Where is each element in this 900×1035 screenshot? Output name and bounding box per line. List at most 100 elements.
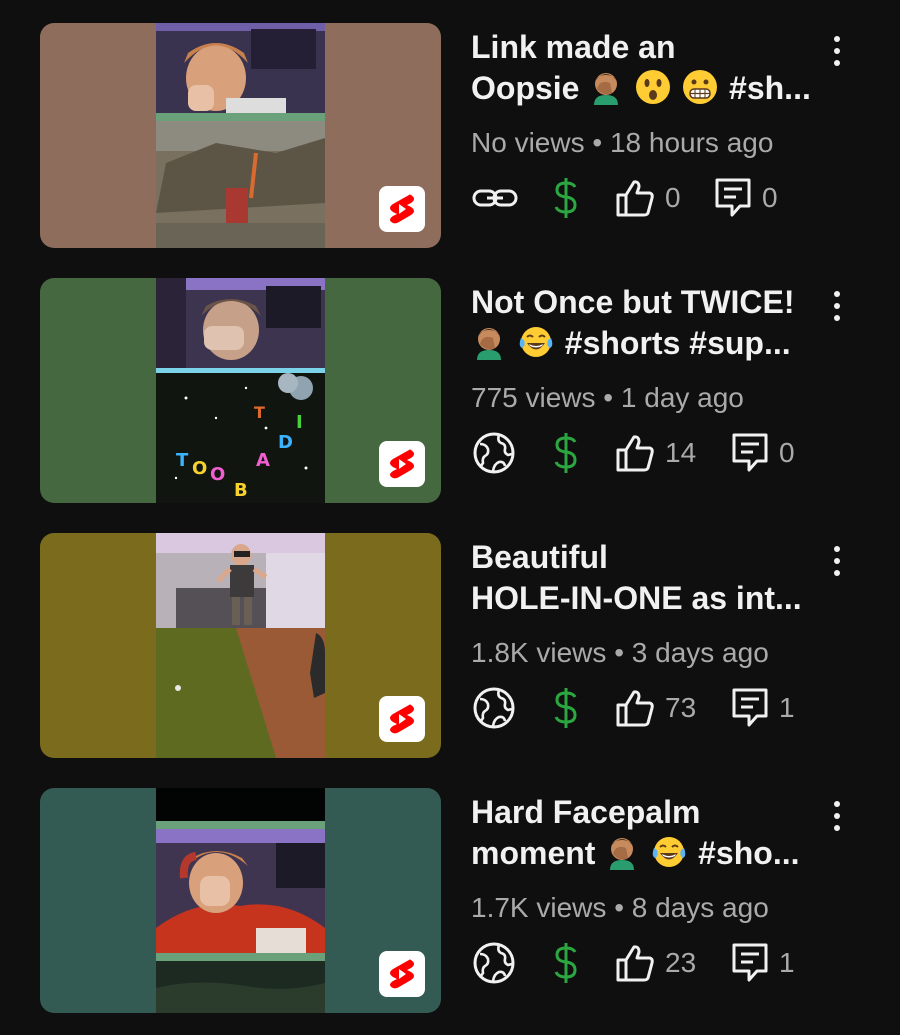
thumbs-up-icon <box>616 435 654 472</box>
thumbnail-frame <box>156 23 325 248</box>
video-list: Link made an Oopsie #sh... No views • 18… <box>0 0 900 1035</box>
title-line-1: Not Once but TWICE! <box>471 284 795 320</box>
like-button[interactable]: 14 <box>615 428 696 478</box>
comment-icon <box>715 178 751 217</box>
video-thumbnail[interactable] <box>40 23 441 248</box>
comments-button[interactable]: 0 <box>731 428 795 478</box>
comment-icon <box>732 943 768 982</box>
meta-separator: • <box>614 892 624 923</box>
svg-text:O: O <box>192 458 207 479</box>
svg-text:O: O <box>210 464 225 485</box>
view-count: 1.7K views <box>471 892 607 923</box>
title-line-2-suffix: #sh... <box>729 70 811 106</box>
like-count: 23 <box>665 947 697 978</box>
tears-of-joy-emoji-icon <box>652 837 686 867</box>
video-item[interactable]: Hard Facepalm moment #sho... 1.7K views … <box>0 788 900 1013</box>
thumbnail-frame <box>156 788 325 1013</box>
monetization-button[interactable] <box>551 428 581 478</box>
visibility-button[interactable] <box>471 428 517 478</box>
more-options-icon[interactable] <box>826 31 848 71</box>
thumbs-up-icon <box>616 690 654 727</box>
comment-icon <box>732 433 768 472</box>
comment-count: 1 <box>779 947 795 978</box>
thumbs-up-icon <box>616 180 654 217</box>
video-item[interactable]: Link made an Oopsie #sh... No views • 18… <box>0 23 900 248</box>
monetization-button[interactable] <box>551 683 581 733</box>
upload-age: 18 hours ago <box>609 127 774 158</box>
video-meta: 775 views • 1 day ago <box>471 382 744 414</box>
meta-separator: • <box>614 637 624 668</box>
facepalm-emoji-icon <box>477 328 501 360</box>
title-line-1: Link made an <box>471 29 676 65</box>
like-button[interactable]: 0 <box>615 173 681 223</box>
comment-count: 1 <box>779 692 795 723</box>
video-item[interactable]: Beautiful HOLE-IN-ONE as int... 1.8K vie… <box>0 533 900 758</box>
title-line-2: #shorts #sup... <box>471 323 821 364</box>
like-button[interactable]: 73 <box>615 683 696 733</box>
comments-button[interactable]: 0 <box>714 173 778 223</box>
video-thumbnail[interactable]: T O O B A D I T <box>40 278 441 503</box>
more-options-icon[interactable] <box>826 796 848 836</box>
like-button[interactable]: 23 <box>615 938 696 988</box>
astonished-emoji-icon <box>636 70 671 104</box>
shorts-logo-icon <box>379 441 425 487</box>
more-options-icon[interactable] <box>826 541 848 581</box>
video-title[interactable]: Hard Facepalm moment #sho... <box>471 792 821 874</box>
comment-icon <box>732 688 768 727</box>
svg-text:T: T <box>176 450 189 471</box>
video-meta: No views • 18 hours ago <box>471 127 773 159</box>
video-title[interactable]: Link made an Oopsie #sh... <box>471 27 821 109</box>
svg-text:D: D <box>278 432 293 453</box>
visibility-button[interactable] <box>471 173 519 223</box>
more-options-icon[interactable] <box>826 286 848 326</box>
meta-separator: • <box>592 127 603 158</box>
svg-text:B: B <box>234 480 248 501</box>
dollar-icon <box>554 433 577 473</box>
video-title[interactable]: Not Once but TWICE! #shorts #sup... <box>471 282 821 364</box>
title-line-2: HOLE-IN-ONE as int... <box>471 580 802 616</box>
shorts-logo-icon <box>379 951 425 997</box>
video-actions: 23 1 <box>471 938 871 988</box>
video-item[interactable]: T O O B A D I T Not Once but TWICE! #sho… <box>0 278 900 503</box>
comment-count: 0 <box>779 437 795 468</box>
title-line-2: Oopsie #sh... <box>471 68 821 109</box>
video-thumbnail[interactable] <box>40 533 441 758</box>
view-count: 775 views <box>471 382 596 413</box>
title-line-1: Hard Facepalm <box>471 794 701 830</box>
title-line-2-suffix: #shorts #sup... <box>564 325 791 361</box>
title-line-2-suffix: #sho... <box>698 835 800 871</box>
video-actions: 14 0 <box>471 428 871 478</box>
upload-age: 1 day ago <box>620 382 744 413</box>
monetization-button[interactable] <box>551 173 581 223</box>
title-line-1: Beautiful <box>471 539 608 575</box>
monetization-button[interactable] <box>551 938 581 988</box>
like-count: 73 <box>665 692 697 723</box>
view-count: 1.8K views <box>471 637 607 668</box>
thumbnail-frame <box>156 533 325 758</box>
video-thumbnail[interactable] <box>40 788 441 1013</box>
dollar-icon <box>554 943 577 983</box>
comments-button[interactable]: 1 <box>731 683 795 733</box>
video-title[interactable]: Beautiful HOLE-IN-ONE as int... <box>471 537 821 619</box>
facepalm-emoji-icon <box>610 838 635 870</box>
video-meta: 1.8K views • 3 days ago <box>471 637 769 669</box>
view-count: No views <box>471 127 585 158</box>
facepalm-emoji-icon <box>594 73 619 105</box>
title-line-2-text: moment <box>471 835 596 871</box>
globe-icon <box>473 432 515 474</box>
visibility-button[interactable] <box>471 938 517 988</box>
globe-icon <box>473 942 515 984</box>
upload-age: 3 days ago <box>631 637 769 668</box>
title-line-2: moment #sho... <box>471 833 821 874</box>
dollar-icon <box>554 178 577 218</box>
comments-button[interactable]: 1 <box>731 938 795 988</box>
video-meta: 1.7K views • 8 days ago <box>471 892 769 924</box>
thumbnail-frame: T O O B A D I T <box>156 278 325 503</box>
visibility-button[interactable] <box>471 683 517 733</box>
link-icon <box>472 189 518 207</box>
upload-age: 8 days ago <box>631 892 769 923</box>
svg-text:A: A <box>256 450 270 471</box>
svg-text:I: I <box>296 412 303 433</box>
tears-of-joy-emoji-icon <box>519 327 553 357</box>
video-actions: 0 0 <box>471 173 871 223</box>
